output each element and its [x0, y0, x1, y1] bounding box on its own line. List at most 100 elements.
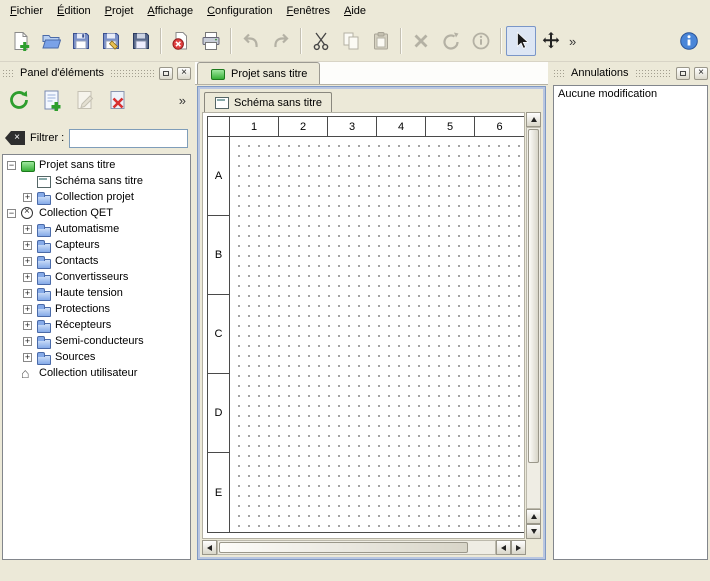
expand-icon[interactable]: [23, 353, 32, 362]
undo-panel-titlebar[interactable]: Annulations ×: [553, 65, 708, 81]
tab-project[interactable]: Projet sans titre: [197, 62, 320, 84]
tree-label: Schéma sans titre: [55, 175, 143, 187]
menu-fenetres[interactable]: Fenêtres: [280, 2, 337, 20]
scroll-down-button[interactable]: [526, 524, 541, 539]
folder-icon: [36, 239, 51, 252]
arrow-right-icon: [516, 545, 521, 551]
expand-icon[interactable]: [23, 193, 32, 202]
scroll-up-button[interactable]: [526, 112, 541, 127]
clipboard-icon: [371, 31, 391, 51]
folder-icon: [36, 335, 51, 348]
copy-button[interactable]: [336, 26, 366, 56]
expand-icon[interactable]: [23, 305, 32, 314]
tree-item-semi-conducteurs[interactable]: Semi-conducteurs: [3, 333, 190, 349]
save-as-button[interactable]: [96, 26, 126, 56]
tab-schema[interactable]: Schéma sans titre: [204, 92, 332, 112]
expand-icon[interactable]: [23, 321, 32, 330]
tree-item-collection-qet[interactable]: Collection QET: [3, 205, 190, 221]
vertical-scrollbar[interactable]: [526, 112, 541, 539]
panel-overflow-button[interactable]: »: [179, 93, 188, 108]
elements-panel-titlebar[interactable]: Panel d'éléments ×: [2, 65, 191, 81]
new-element-button[interactable]: [38, 86, 66, 114]
redo-button[interactable]: [266, 26, 296, 56]
scroll-left-button[interactable]: [202, 540, 217, 555]
expand-icon[interactable]: [23, 225, 32, 234]
mdi-workspace: Projet sans titre Schéma sans titre 1 2 …: [195, 62, 548, 562]
column-header: 6: [475, 117, 524, 136]
tree-item-recepteurs[interactable]: Récepteurs: [3, 317, 190, 333]
tree-item-automatisme[interactable]: Automatisme: [3, 221, 190, 237]
menu-fichier[interactable]: Fichier: [3, 2, 50, 20]
tree-item-contacts[interactable]: Contacts: [3, 253, 190, 269]
filter-label: Filtrer :: [30, 132, 64, 144]
new-file-button[interactable]: [6, 26, 36, 56]
menu-configuration[interactable]: Configuration: [200, 2, 279, 20]
row-ruler: A B C D E: [208, 137, 230, 532]
about-button[interactable]: [674, 26, 704, 56]
float-panel-button[interactable]: [159, 67, 173, 80]
element-info-button[interactable]: [466, 26, 496, 56]
undo-button[interactable]: [236, 26, 266, 56]
scroll-left-button-2[interactable]: [496, 540, 511, 555]
close-panel-button[interactable]: ×: [694, 67, 708, 80]
scroll-up-button-2[interactable]: [526, 509, 541, 524]
elements-panel-title: Panel d'éléments: [18, 67, 106, 79]
collapse-icon[interactable]: [7, 161, 16, 170]
expand-icon[interactable]: [23, 289, 32, 298]
expand-icon[interactable]: [23, 241, 32, 250]
tree-item-collection-projet[interactable]: Collection projet: [3, 189, 190, 205]
tree-item-protections[interactable]: Protections: [3, 301, 190, 317]
move-mode-button[interactable]: [536, 26, 566, 56]
tree-item-schema[interactable]: Schéma sans titre: [3, 173, 190, 189]
toolbar-overflow-button[interactable]: »: [566, 34, 579, 49]
expand-icon[interactable]: [23, 257, 32, 266]
tree-item-haute-tension[interactable]: Haute tension: [3, 285, 190, 301]
reload-collections-button[interactable]: [5, 86, 33, 114]
float-panel-button[interactable]: [676, 67, 690, 80]
row-header: C: [208, 295, 229, 374]
open-file-button[interactable]: [36, 26, 66, 56]
clear-filter-button[interactable]: [5, 131, 25, 145]
save-all-button[interactable]: [126, 26, 156, 56]
collections-tree[interactable]: Projet sans titre Schéma sans titre Coll…: [2, 154, 191, 560]
tree-item-sources[interactable]: Sources: [3, 349, 190, 365]
horizontal-scroll-thumb[interactable]: [219, 542, 468, 553]
vertical-scroll-thumb[interactable]: [528, 129, 539, 463]
filter-row: Filtrer :: [0, 126, 193, 150]
menu-aide[interactable]: Aide: [337, 2, 373, 20]
tree-item-project[interactable]: Projet sans titre: [3, 157, 190, 173]
rotate-icon: [441, 31, 461, 51]
expand-icon[interactable]: [23, 273, 32, 282]
row-header: D: [208, 374, 229, 453]
horizontal-scrollbar[interactable]: [202, 540, 526, 555]
scissors-icon: [311, 31, 331, 51]
collapse-icon[interactable]: [7, 209, 16, 218]
close-file-button[interactable]: [166, 26, 196, 56]
tree-item-collection-utilisateur[interactable]: Collection utilisateur: [3, 365, 190, 381]
print-button[interactable]: [196, 26, 226, 56]
rotate-button[interactable]: [436, 26, 466, 56]
expand-icon[interactable]: [23, 337, 32, 346]
menu-edition[interactable]: Édition: [50, 2, 98, 20]
schema-canvas[interactable]: [230, 137, 524, 532]
undo-history-list[interactable]: Aucune modification: [553, 85, 708, 560]
delete-button[interactable]: [406, 26, 436, 56]
delete-element-button[interactable]: [104, 86, 132, 114]
select-pointer-button[interactable]: [506, 26, 536, 56]
tree-label: Projet sans titre: [39, 159, 115, 171]
edit-element-button[interactable]: [71, 86, 99, 114]
filter-input[interactable]: [69, 129, 188, 148]
paste-button[interactable]: [366, 26, 396, 56]
column-header: 2: [279, 117, 328, 136]
cut-button[interactable]: [306, 26, 336, 56]
tree-item-convertisseurs[interactable]: Convertisseurs: [3, 269, 190, 285]
horizontal-scroll-track[interactable]: [217, 540, 496, 555]
menu-projet[interactable]: Projet: [98, 2, 141, 20]
tree-item-capteurs[interactable]: Capteurs: [3, 237, 190, 253]
save-button[interactable]: [66, 26, 96, 56]
scroll-right-button[interactable]: [511, 540, 526, 555]
status-bar: [0, 562, 710, 581]
close-panel-button[interactable]: ×: [177, 67, 191, 80]
vertical-scroll-track[interactable]: [526, 127, 541, 509]
menu-affichage[interactable]: Affichage: [140, 2, 200, 20]
